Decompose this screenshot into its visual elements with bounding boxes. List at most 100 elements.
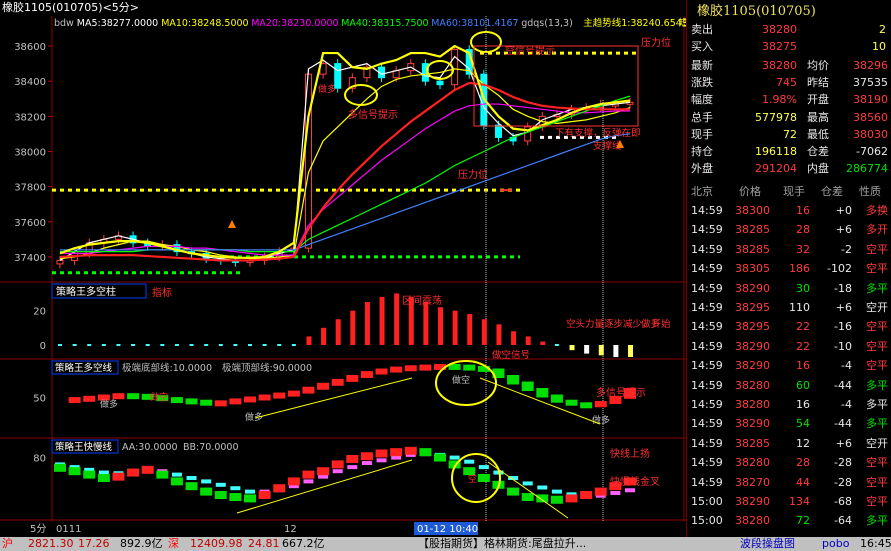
fast-line-block <box>565 494 578 503</box>
line-block <box>317 382 330 390</box>
slow-line-block <box>464 459 475 464</box>
tick-price: 38270 <box>735 475 770 489</box>
tick-nature: 空平 <box>866 339 888 353</box>
tick-time: 14:59 <box>691 204 723 217</box>
chart-area[interactable]: bdw MA5:38277.0000 MA10:38248.5000 MA20:382… <box>0 0 686 537</box>
annotation-short-decrease-tail: 做多 <box>641 318 660 330</box>
tick-row: 14:59 38305 186 -102 空平 <box>687 260 891 278</box>
tick-row: 14:59 38280 16 -4 多平 <box>687 396 891 414</box>
indicator-header-item: gdqs(13,3) <box>521 18 573 29</box>
stat-label: 开盘 <box>807 93 829 107</box>
tick-price: 38295 <box>735 320 770 334</box>
stat-value: 38190 <box>853 93 888 107</box>
line-block <box>404 365 417 372</box>
bar <box>598 345 604 356</box>
tick-nature: 空平 <box>866 262 888 276</box>
fast-line-block <box>594 487 607 496</box>
bar-zero <box>145 344 150 346</box>
tick-nature: 空平 <box>866 320 888 334</box>
line-block <box>463 364 476 371</box>
bar <box>511 331 517 345</box>
bar <box>452 310 458 345</box>
fast-line-block <box>214 491 227 499</box>
tick-vol: 12 <box>796 436 810 450</box>
tick-time: 14:59 <box>691 456 723 470</box>
status-item: pobo <box>822 537 850 550</box>
line-block <box>244 396 256 403</box>
y-tick-label: 50 <box>33 394 46 405</box>
candle <box>56 259 64 265</box>
annotation-empty: 空 <box>468 473 477 485</box>
tick-time: 14:59 <box>691 339 723 353</box>
panel4-header-aa: AA:30.0000 <box>122 442 178 453</box>
slow-line-block <box>318 474 329 479</box>
status-item: 波段操盘图 <box>740 537 795 550</box>
status-bar: 沪 2821.30 17.26 892.9亿深 12409.98 24.81 667.2亿 【… <box>0 537 891 551</box>
status-item: 沪 <box>2 537 13 550</box>
sell-row: 卖出 38280 2 <box>687 21 891 38</box>
fast-line-block <box>244 494 256 503</box>
slow-line-block <box>303 479 314 484</box>
bar <box>306 336 312 345</box>
tick-price: 38290 <box>735 359 770 373</box>
line-block <box>170 397 183 404</box>
bar <box>467 314 473 345</box>
tick-price: 38290 <box>735 495 770 508</box>
slow-line-block <box>201 479 212 484</box>
fast-line-block <box>346 454 359 463</box>
fast-line-block <box>375 449 388 458</box>
bar-zero <box>218 344 223 346</box>
bar <box>335 319 341 345</box>
panel2-name: 策略王多空柱 <box>56 285 116 298</box>
line-block <box>536 388 549 398</box>
tick-oi: +6 <box>835 436 852 450</box>
tick-price: 38285 <box>735 242 770 256</box>
slow-line-block <box>361 461 372 466</box>
line-block <box>550 394 563 403</box>
candle <box>494 124 502 138</box>
tick-oi: +6 <box>835 301 852 314</box>
annotation-pressure-1: 压力位 <box>641 36 671 49</box>
annotation-mark: 做空 <box>452 374 470 386</box>
sell-price: 38280 <box>762 23 797 36</box>
bar-zero <box>87 344 92 346</box>
tick-vol: 22 <box>796 339 810 353</box>
stat-label: 内盘 <box>807 162 829 176</box>
bar <box>569 345 575 351</box>
bar-zero <box>160 344 165 346</box>
tick-vol: 134 <box>789 495 810 508</box>
fast-line-block <box>156 470 169 479</box>
tick-nature: 多平 <box>866 281 888 295</box>
stat-label: 最高 <box>807 110 829 124</box>
y-tick-label: 37600 <box>14 218 46 229</box>
annotation-short-signal: 做空信号 <box>492 349 530 361</box>
tick-time: 14:59 <box>691 398 723 411</box>
annotation-fast-up: 快线上扬 <box>610 447 650 460</box>
tick-price: 38300 <box>735 204 770 217</box>
bar <box>496 324 502 345</box>
status-item: 892.9亿 <box>120 537 163 550</box>
indicator-header-item: 短期 <box>679 17 686 29</box>
y-tick-label: 20 <box>33 307 46 318</box>
tick-oi: -4 <box>841 359 852 373</box>
tick-price: 38290 <box>735 281 770 295</box>
tick-vol: 32 <box>796 242 810 256</box>
fast-line-block <box>97 474 110 482</box>
tick-price: 38280 <box>735 514 770 528</box>
panel2-header-label: 指标 <box>152 286 172 299</box>
tick-oi: -64 <box>834 514 852 528</box>
fast-line-block <box>229 493 242 502</box>
indicator-header-item: 主趋势线1:38240.6543 <box>583 17 686 29</box>
tick-vol: 28 <box>796 223 810 237</box>
slow-line-block <box>391 455 402 460</box>
fast-line-block <box>419 448 432 457</box>
bar <box>423 302 429 345</box>
fast-line-block <box>112 472 125 481</box>
tick-oi: -18 <box>834 281 852 295</box>
annotation-pressure-2: 压力位 <box>458 168 488 181</box>
line-block <box>200 399 213 406</box>
buy-vol: 10 <box>872 40 886 53</box>
bar <box>540 341 546 345</box>
fast-line-block <box>331 460 344 469</box>
panel4-name: 策略王快慢线 <box>55 441 113 453</box>
